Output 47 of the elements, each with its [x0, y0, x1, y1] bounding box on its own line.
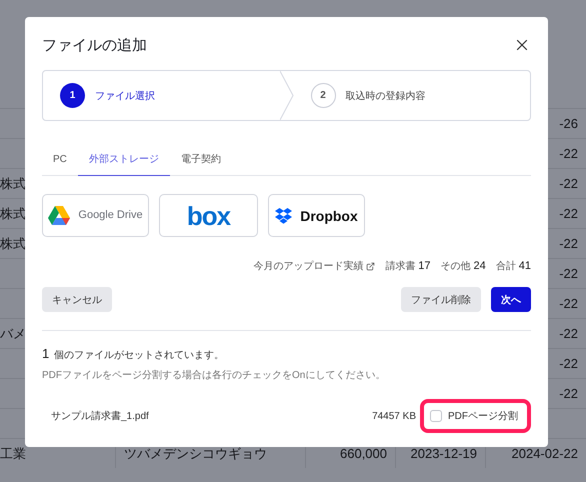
step-label: ファイル選択	[95, 90, 155, 102]
file-size: 74457 KB	[372, 410, 416, 422]
dialog-button[interactable]: キャンセル	[42, 287, 112, 312]
table-cell: 2023-12-19	[410, 446, 477, 461]
stat-label: 合計	[496, 260, 516, 273]
dialog-title: ファイルの追加	[42, 36, 147, 54]
table-cell: -22	[559, 266, 578, 281]
dialog-button[interactable]: ファイル削除	[401, 287, 481, 312]
table-cell: -22	[559, 146, 578, 161]
table-cell: -22	[559, 326, 578, 341]
tab[interactable]: 電子契約	[170, 143, 232, 176]
file-count: 1	[42, 346, 50, 361]
tab[interactable]: 外部ストレージ	[78, 143, 170, 176]
checkbox-label: PDFページ分割	[448, 410, 518, 423]
stat-label: その他	[440, 260, 470, 273]
hint-text: PDFファイルをページ分割する場合は各行のチェックをOnにしてください。	[42, 368, 386, 382]
table-cell: 工業	[0, 444, 26, 462]
drive-icon	[48, 206, 70, 225]
table-cell: -22	[559, 296, 578, 311]
stat-count: 24	[474, 260, 486, 272]
external-link-icon[interactable]	[366, 262, 376, 270]
table-cell: -22	[559, 356, 578, 371]
table-cell: バメ	[0, 324, 26, 342]
step-number: 2	[310, 83, 336, 108]
step-number: 1	[60, 83, 85, 108]
tab[interactable]: PC	[42, 143, 78, 176]
storage-option[interactable]: Google Drive	[42, 194, 149, 237]
table-cell: -26	[559, 116, 578, 131]
storage-option[interactable]: Dropbox	[268, 194, 365, 237]
table-cell: 2024-02-22	[512, 446, 578, 461]
stat-count: 41	[518, 260, 531, 272]
table-cell: -22	[559, 176, 578, 191]
summary-text: 個のファイルがセットされています。	[54, 349, 224, 362]
step-label: 取込時の登録内容	[346, 90, 426, 102]
table-cell: -22	[559, 236, 578, 251]
stat-count: 17	[418, 260, 430, 272]
dialog-button[interactable]: 次へ	[491, 287, 531, 312]
table-cell: -22	[559, 386, 578, 401]
table-cell: -22	[559, 206, 578, 221]
table-cell: 660,000	[340, 446, 387, 461]
stats-label: 今月のアップロード実績	[253, 260, 364, 273]
dropbox-icon	[275, 208, 292, 224]
checkbox[interactable]	[430, 410, 442, 422]
stat-label: 請求書	[385, 260, 416, 273]
storage-option[interactable]: box	[159, 194, 258, 237]
file-name: サンプル請求書_1.pdf	[51, 410, 150, 423]
table-cell: ツバメデンシコウギョウ	[124, 444, 267, 462]
